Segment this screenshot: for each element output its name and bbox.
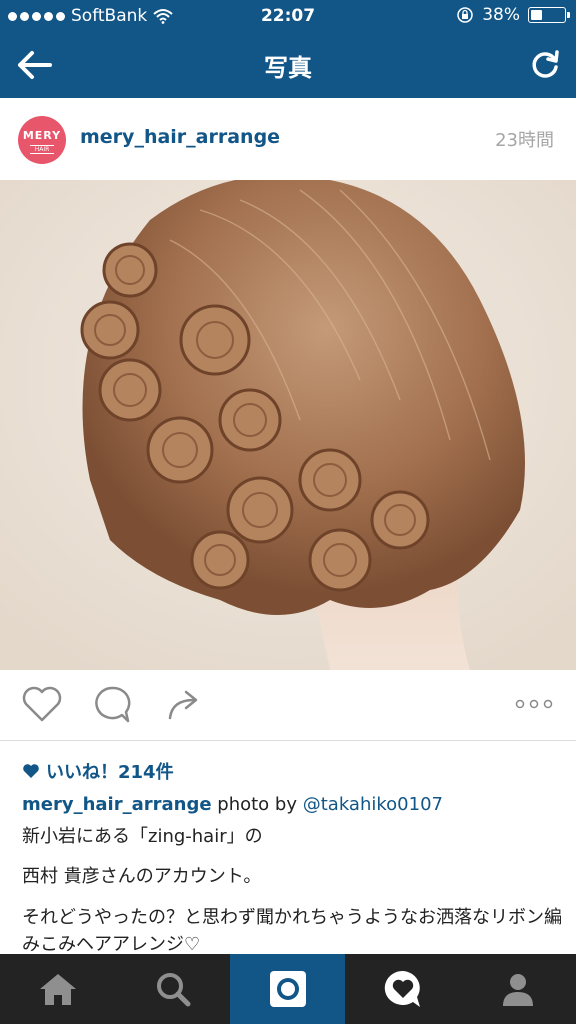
comment-icon[interactable] xyxy=(92,684,134,726)
rotation-lock-icon xyxy=(457,7,473,23)
tab-bar xyxy=(0,954,576,1024)
tab-search[interactable] xyxy=(115,954,230,1024)
caption-credit-link[interactable]: @takahiko0107 xyxy=(303,794,443,815)
likes-label: いいね！214件 xyxy=(46,762,174,783)
avatar[interactable]: MERY HAIR xyxy=(18,116,66,164)
more-options-icon[interactable] xyxy=(514,698,554,710)
tab-activity[interactable] xyxy=(345,954,460,1024)
post-photo[interactable] xyxy=(0,180,576,670)
post-timestamp: 23時間 xyxy=(495,130,554,151)
post-header: MERY HAIR mery_hair_arrange 23時間 xyxy=(0,98,576,181)
tab-camera[interactable] xyxy=(230,954,345,1024)
status-bar: SoftBank 22:07 38% xyxy=(0,0,576,32)
battery-percent: 38% xyxy=(482,5,520,25)
home-icon xyxy=(39,974,76,1005)
avatar-logo-text: MERY xyxy=(22,129,62,142)
hair-arrangement-photo xyxy=(0,180,576,670)
caption-line: それどうやったの？と思わず聞かれちゃうようなお洒落なリボン編みこみヘアアレンジ♡ xyxy=(22,907,562,955)
page-title: 写真 xyxy=(264,54,312,82)
battery-icon xyxy=(528,7,570,23)
heart-filled-icon xyxy=(23,764,39,778)
share-icon[interactable] xyxy=(166,686,202,722)
post-actions xyxy=(0,670,576,741)
tab-profile[interactable] xyxy=(460,954,576,1024)
avatar-logo-subtext: HAIR xyxy=(30,145,54,154)
camera-icon xyxy=(269,971,306,1007)
post-caption: mery_hair_arrange photo by @takahiko0107… xyxy=(22,792,562,972)
nav-bar: 写真 xyxy=(0,32,576,98)
heart-icon[interactable] xyxy=(20,684,64,724)
tab-home[interactable] xyxy=(0,954,115,1024)
search-icon xyxy=(156,973,190,1007)
caption-line: 新小岩にある「zing-hair」の xyxy=(22,826,263,847)
refresh-icon[interactable] xyxy=(528,48,562,82)
person-icon xyxy=(503,974,533,1006)
battery-fill xyxy=(531,10,542,20)
post-username[interactable]: mery_hair_arrange xyxy=(80,126,280,148)
caption-photo-by: photo by xyxy=(217,794,297,815)
caption-username[interactable]: mery_hair_arrange xyxy=(22,794,212,815)
caption-line: 西村 貴彦さんのアカウント。 xyxy=(22,866,262,887)
heart-bubble-icon xyxy=(384,970,420,1007)
likes-count[interactable]: いいね！214件 xyxy=(22,758,174,784)
